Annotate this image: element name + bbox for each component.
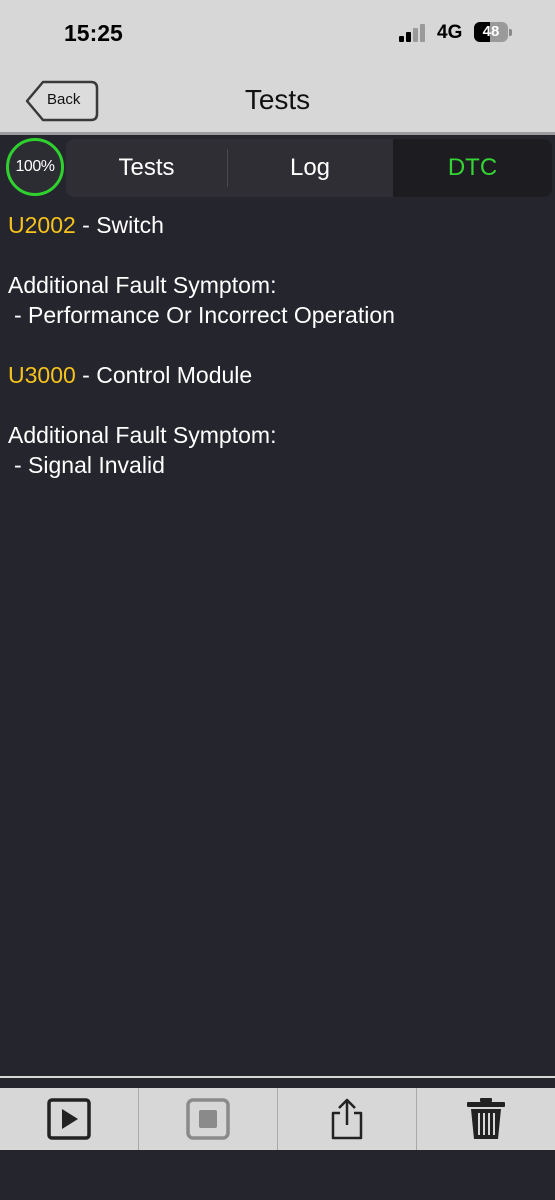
dtc-list: U2002 - Switch Additional Fault Symptom:…: [8, 210, 548, 480]
status-time: 15:25: [64, 20, 123, 46]
bottom-toolbar: [0, 1088, 555, 1150]
share-button[interactable]: [278, 1088, 416, 1150]
dtc-title: U2002 - Switch: [8, 210, 548, 240]
dtc-description: - Switch: [75, 212, 164, 238]
battery-level: 48: [482, 23, 500, 40]
play-icon: [47, 1098, 91, 1140]
tab-log[interactable]: Log: [228, 139, 392, 197]
dtc-item: U2002 - Switch Additional Fault Symptom:…: [8, 210, 548, 330]
tab-row: 100% Tests Log DTC: [0, 135, 555, 201]
symptom-header: Additional Fault Symptom:: [8, 272, 277, 298]
trash-icon: [467, 1098, 505, 1139]
symptom-header: Additional Fault Symptom:: [8, 422, 277, 448]
tab-dtc[interactable]: DTC: [393, 139, 552, 197]
play-button[interactable]: [0, 1088, 138, 1150]
status-bar: 15:25 4G 48: [0, 0, 555, 66]
symptom-text: - Signal Invalid: [14, 452, 165, 478]
progress-badge: 100%: [6, 138, 64, 196]
dtc-item: U3000 - Control Module Additional Fault …: [8, 360, 548, 480]
cellular-signal-icon: [399, 24, 425, 42]
network-type: 4G: [437, 22, 463, 43]
share-icon: [331, 1098, 363, 1140]
dtc-code: U3000: [8, 362, 76, 388]
home-indicator-area: [0, 1150, 555, 1200]
battery-icon: 48: [474, 22, 514, 44]
dtc-code: U2002: [8, 212, 76, 238]
navigation-bar: Back Tests: [0, 66, 555, 135]
tab-tests[interactable]: Tests: [66, 139, 227, 197]
stop-icon: [186, 1098, 230, 1140]
dtc-title: U3000 - Control Module: [8, 360, 548, 390]
symptom-text: - Performance Or Incorrect Operation: [14, 302, 395, 328]
stop-button[interactable]: [139, 1088, 277, 1150]
delete-button[interactable]: [417, 1088, 555, 1150]
dtc-description: - Control Module: [75, 362, 253, 388]
page-title: Tests: [244, 84, 311, 115]
segmented-tabs: Tests Log DTC: [66, 139, 552, 197]
